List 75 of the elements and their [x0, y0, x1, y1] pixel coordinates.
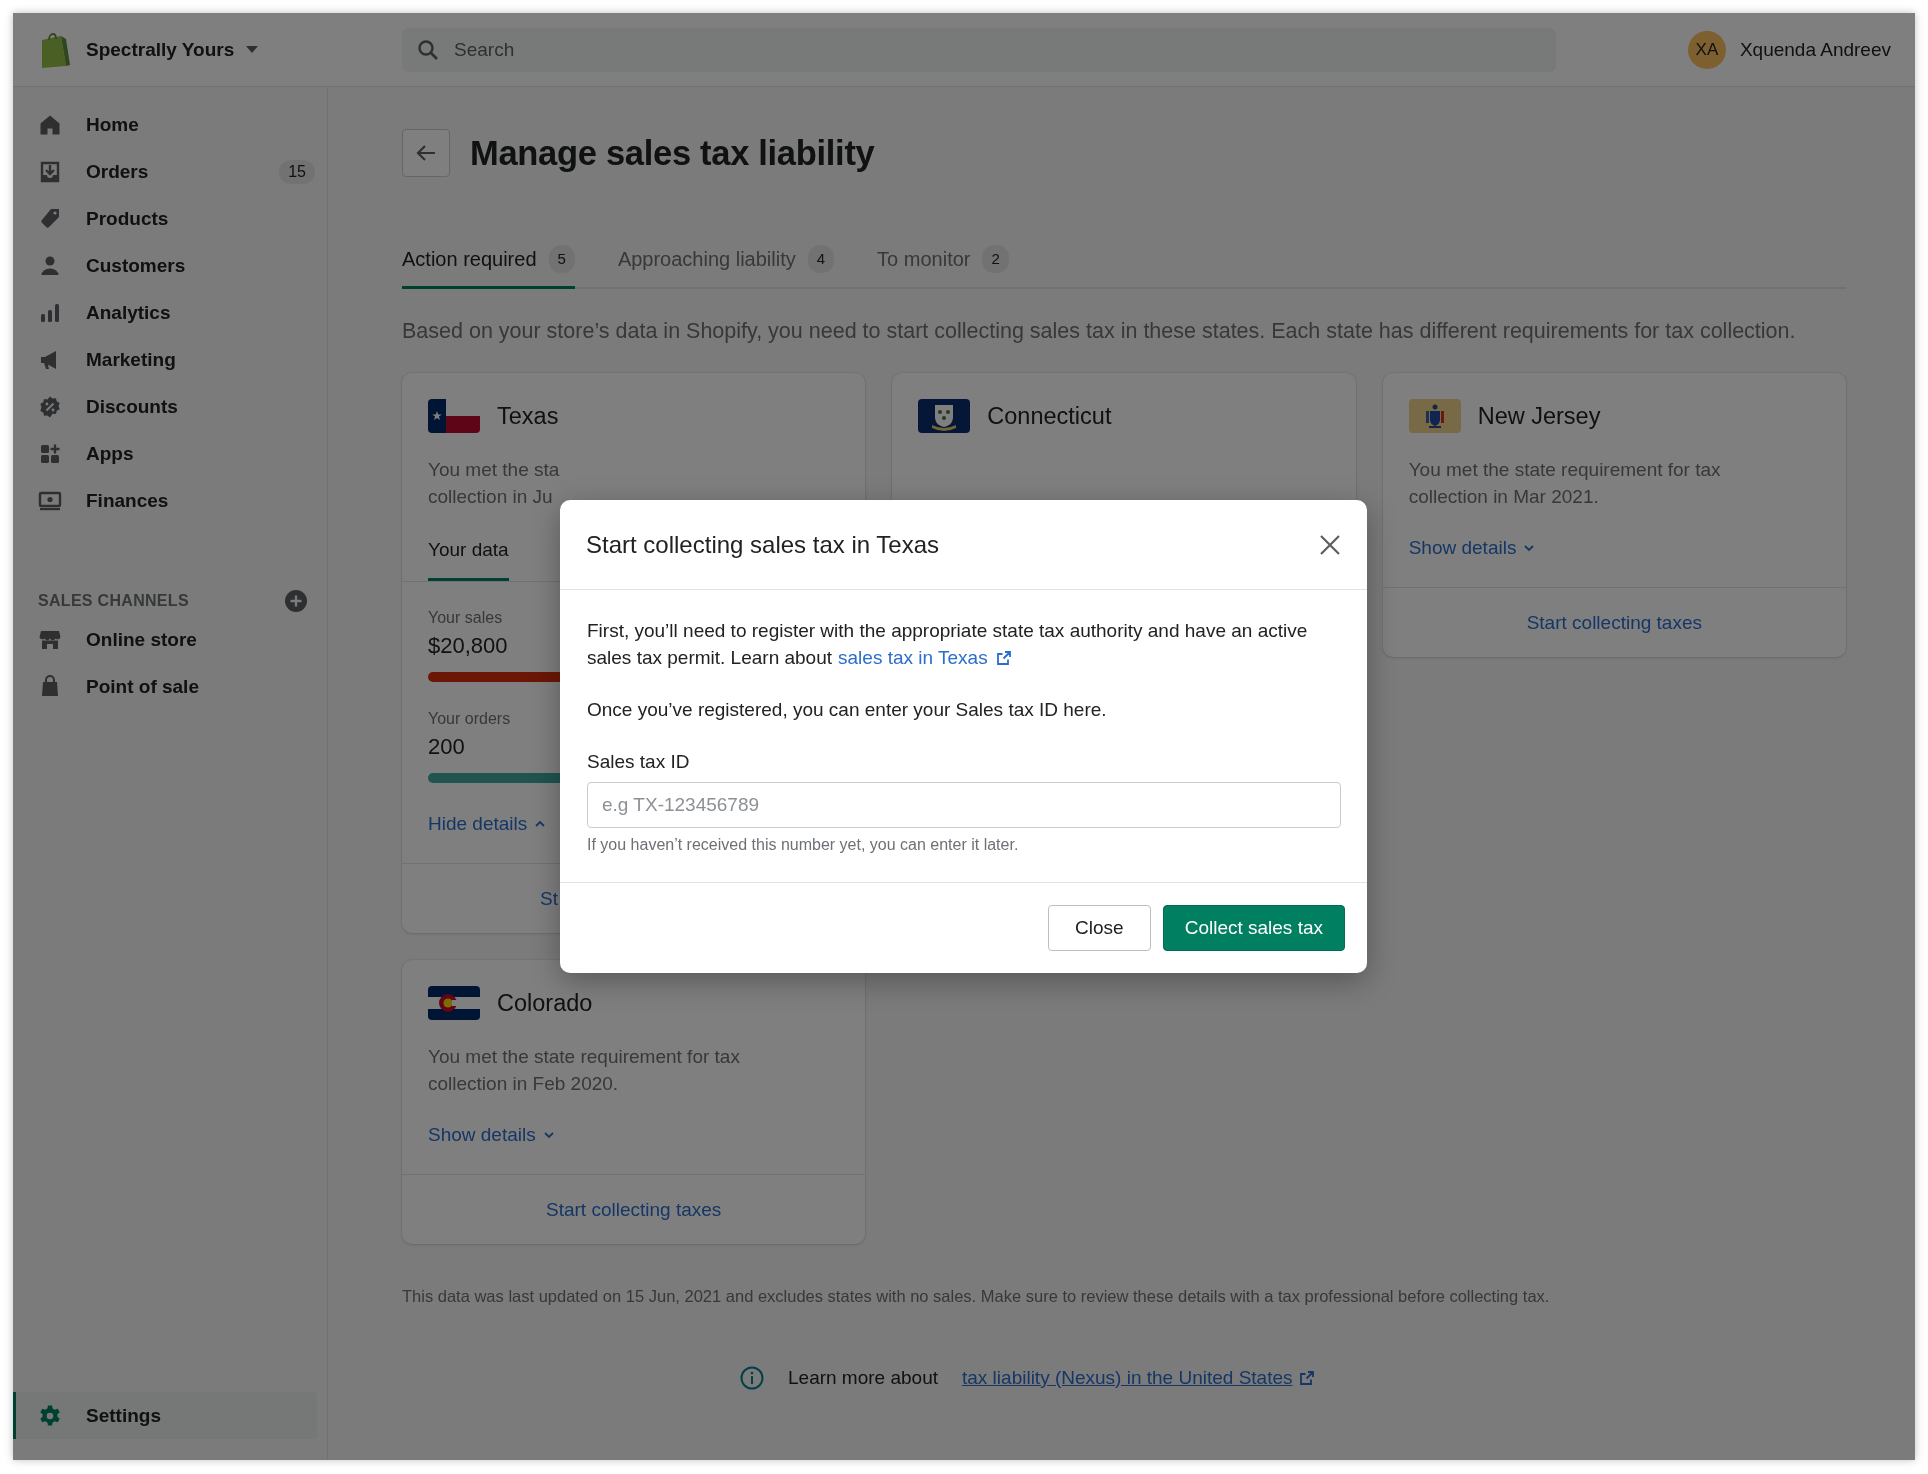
state-name: New Jersey: [1477, 402, 1601, 430]
details-link[interactable]: Show details: [428, 1121, 556, 1148]
count-badge: 2: [982, 245, 1009, 273]
start-collecting-link[interactable]: Start collecting taxes: [1526, 611, 1702, 634]
user-name[interactable]: Xquenda Andreev: [1739, 38, 1891, 61]
metric-value: 200: [428, 733, 465, 761]
nav-item[interactable]: Online store: [13, 616, 327, 663]
external-link-icon: [995, 649, 1012, 666]
field-label: Sales tax ID: [587, 750, 691, 774]
metric-label: Your sales: [428, 608, 503, 628]
back-button[interactable]: [402, 129, 450, 177]
tab[interactable]: Action required 5: [402, 233, 575, 289]
modal-paragraph: First, you’ll need to register with the appropriate state tax authority and have an active sales tax permit. Learn about sales tax in Texas: [587, 617, 1341, 671]
close-button[interactable]: Close: [1048, 905, 1151, 951]
state-name: Connecticut: [987, 402, 1112, 430]
card-tab[interactable]: Your data: [428, 536, 509, 581]
start-collecting-link[interactable]: Start collecting taxes: [546, 1198, 722, 1221]
count-badge: 5: [548, 245, 575, 273]
modal-paragraph: Once you’ve registered, you can enter your Sales tax ID here.: [587, 698, 1108, 722]
count-badge: 4: [807, 245, 835, 273]
section-heading: SALES CHANNELS: [38, 592, 189, 610]
nav-item[interactable]: Finances: [13, 477, 327, 524]
external-link-icon: [1298, 1369, 1315, 1386]
discount-icon: [38, 394, 62, 419]
description-line: You met the state requirement for tax: [428, 1045, 741, 1069]
modal-title: Start collecting sales tax in Texas: [586, 530, 940, 559]
state-name: Texas: [497, 402, 559, 430]
sales-tax-link[interactable]: sales tax in Texas: [838, 644, 1012, 671]
footnote: This data was last updated on 15 Jun, 2021 and excludes states with no sales. Make sure to review these details with a tax professional before collecting tax.: [402, 1286, 1551, 1306]
tab[interactable]: To monitor 2: [877, 233, 1009, 289]
nav-item[interactable]: Orders 15: [13, 148, 327, 195]
metric-value: $20,800: [428, 632, 508, 660]
nexus-link[interactable]: tax liability (Nexus) in the United States: [962, 1364, 1315, 1391]
metric-label: Your orders: [428, 709, 511, 729]
help-text: If you haven’t received this number yet, you can enter it later.: [587, 835, 1020, 855]
nav-item[interactable]: Apps: [13, 430, 327, 477]
nav-item[interactable]: Discounts: [13, 383, 327, 430]
details-link[interactable]: Show details: [1408, 534, 1537, 561]
tray-icon: [38, 159, 62, 184]
count-badge: 15: [279, 159, 315, 184]
tag-icon: [38, 206, 62, 231]
store-switcher[interactable]: Spectrally Yours: [86, 38, 259, 61]
collect-button[interactable]: Collect sales tax: [1162, 905, 1345, 951]
flag-icon: [918, 399, 971, 433]
nav-item[interactable]: Marketing: [13, 336, 327, 383]
start-collecting-link[interactable]: St: [540, 887, 558, 910]
settings-icon: [38, 1403, 62, 1428]
plus-circle-icon: [284, 589, 308, 613]
flag-icon: [428, 986, 480, 1020]
avatar[interactable]: XA: [1687, 30, 1726, 69]
nav-item[interactable]: Home: [13, 101, 327, 148]
nav-item[interactable]: Analytics: [13, 289, 327, 336]
search-field[interactable]: Search: [402, 27, 1556, 72]
add-channel-button[interactable]: [284, 589, 308, 613]
close-icon: [1319, 533, 1341, 556]
flag-icon: [1408, 399, 1461, 433]
description-line: You met the state requirement for tax: [1408, 458, 1722, 482]
state-name: Colorado: [497, 989, 593, 1017]
description: Based on your store’s data in Shopify, you need to start collecting sales tax in these states. Each state has different requirements for tax collection.: [402, 318, 1797, 345]
page-title: Manage sales tax liability: [470, 133, 875, 173]
details-link[interactable]: Hide details: [428, 810, 548, 837]
tab[interactable]: Approaching liability 4: [617, 233, 835, 289]
description-line: collection in Mar 2021.: [1408, 485, 1600, 509]
caret-icon: [246, 45, 259, 54]
nav-item[interactable]: Settings: [13, 1392, 317, 1439]
nav-item[interactable]: Products: [13, 195, 327, 242]
nav-item[interactable]: Customers: [13, 242, 327, 289]
description-line: collection in Ju: [428, 485, 554, 509]
description-line: collection in Feb 2020.: [428, 1072, 620, 1096]
info-icon: [740, 1365, 764, 1390]
learn-more-text: Learn more about: [788, 1366, 938, 1390]
sales-tax-id-field[interactable]: e.g TX-123456789: [587, 782, 1341, 828]
description-line: You met the sta: [428, 458, 561, 482]
nav-item[interactable]: Point of sale: [13, 663, 327, 710]
flag-icon: [428, 399, 480, 433]
